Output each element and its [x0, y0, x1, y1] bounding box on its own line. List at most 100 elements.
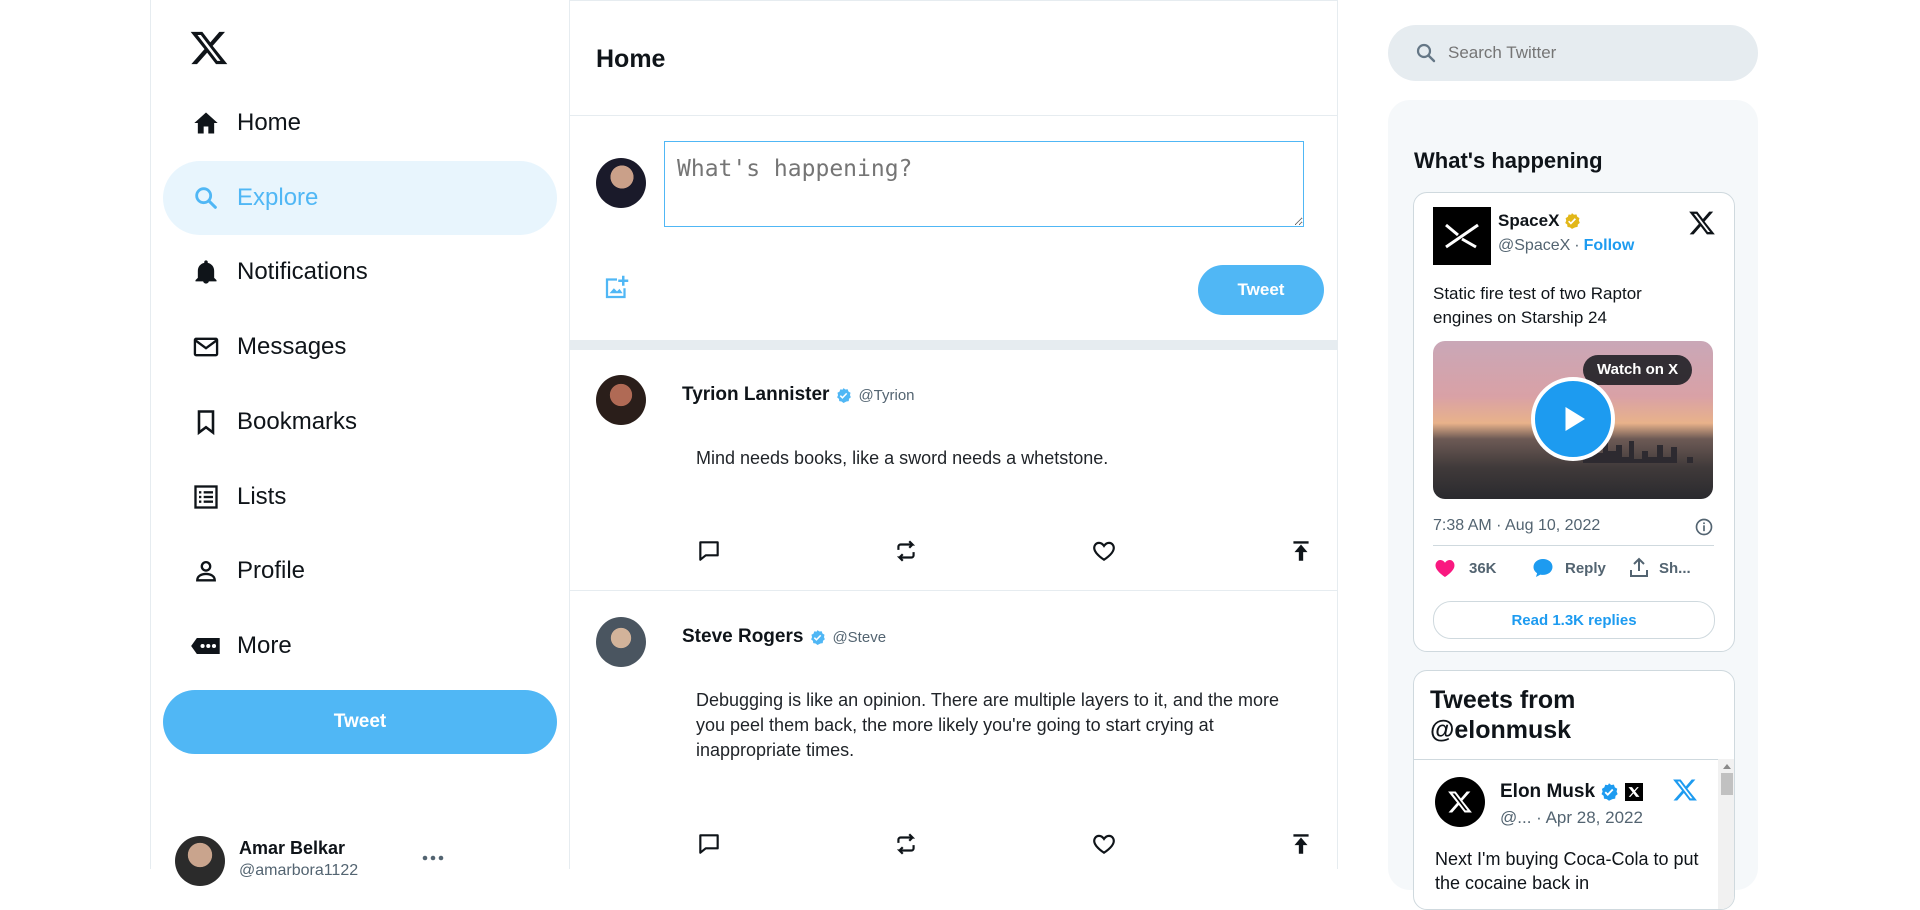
sidebar-item-messages[interactable]: Messages: [163, 310, 557, 384]
sidebar-item-bookmarks[interactable]: Bookmarks: [163, 385, 557, 459]
separator: ·: [1574, 237, 1580, 254]
watch-on-x-label[interactable]: Watch on X: [1583, 355, 1693, 385]
sidebar-item-label: Profile: [237, 557, 306, 584]
divider: [1433, 545, 1714, 546]
verified-badge-icon: [1599, 782, 1619, 802]
embed-handle[interactable]: @SpaceX: [1498, 237, 1570, 255]
reply-icon[interactable]: [696, 538, 724, 566]
follow-link[interactable]: Follow: [1584, 237, 1635, 255]
search-icon: [1414, 41, 1438, 65]
sidebar-item-lists[interactable]: Lists: [163, 460, 557, 534]
affiliate-x-icon: [1625, 783, 1644, 801]
gold-verified-icon: [1563, 212, 1581, 230]
timeline-card: Tweets from @elonmusk Elon Musk @... · A…: [1413, 670, 1735, 910]
mail-icon: [189, 330, 223, 364]
timeline-text: Next I'm buying Coca-Cola to put the coc…: [1435, 849, 1699, 893]
verified-badge-icon: [835, 387, 852, 404]
sidebar-item-label: More: [237, 632, 292, 659]
post-text: Mind needs books, like a sword needs a w…: [696, 448, 1109, 468]
sidebar-item-more[interactable]: More: [163, 609, 557, 683]
person-icon: [189, 554, 223, 588]
page-title: Home: [596, 45, 666, 73]
embedded-tweet-card[interactable]: SpaceX @SpaceX · Follow Static fire test…: [1413, 192, 1735, 652]
verified-badge-icon: [809, 629, 826, 646]
sidebar-item-home[interactable]: Home: [163, 86, 557, 160]
more-icon: [189, 629, 223, 663]
timeline-author-name[interactable]: Elon Musk: [1500, 781, 1595, 803]
avatar: [596, 617, 646, 667]
divider: [1414, 759, 1734, 760]
sidebar: Home Explore Notifications Messages Book…: [150, 0, 570, 886]
scrollbar-thumb[interactable]: [1721, 773, 1733, 795]
avatar: [596, 158, 646, 208]
upload-icon: [1627, 556, 1651, 580]
compose-input[interactable]: [664, 141, 1304, 227]
add-image-icon[interactable]: [602, 272, 632, 302]
divider: [570, 340, 1338, 350]
main-feed: Home Tweet Tyrion Lannister @Tyrion Mind…: [570, 0, 1338, 869]
post-author-handle[interactable]: @Tyrion: [858, 387, 914, 404]
reply-label: Reply: [1565, 559, 1606, 577]
x-logo[interactable]: [189, 28, 229, 68]
like-icon[interactable]: [1091, 538, 1119, 566]
avatar: [1435, 777, 1485, 827]
speech-bubble-icon: [1531, 556, 1555, 580]
share-icon[interactable]: [1288, 831, 1316, 859]
account-handle: @amarbora1122: [239, 862, 359, 879]
bell-icon: [189, 255, 223, 289]
account-switcher[interactable]: Amar Belkar @amarbora1122: [175, 836, 535, 886]
post-author-name[interactable]: Tyrion Lannister: [682, 384, 829, 406]
embed-account-name[interactable]: SpaceX: [1498, 211, 1559, 231]
retweet-icon[interactable]: [893, 831, 921, 859]
post-author-name[interactable]: Steve Rogers: [682, 626, 803, 648]
x-logo-icon[interactable]: [1672, 777, 1698, 803]
post-author-handle[interactable]: @Steve: [832, 629, 886, 646]
search-bar[interactable]: [1388, 25, 1758, 81]
widgets-panel: What's happening SpaceX @SpaceX · Follow…: [1388, 100, 1758, 910]
info-icon[interactable]: [1694, 517, 1714, 537]
avatar: [596, 375, 646, 425]
reply-action[interactable]: Reply: [1531, 556, 1606, 580]
timeline-scrollbar[interactable]: [1718, 759, 1734, 909]
sidebar-item-label: Bookmarks: [237, 408, 358, 435]
embed-text: Static fire test of two Raptor engines o…: [1433, 284, 1642, 327]
sidebar-item-notifications[interactable]: Notifications: [163, 235, 557, 309]
tweet-button[interactable]: Tweet: [163, 690, 557, 754]
share-label: Sh...: [1659, 559, 1691, 577]
video-thumbnail[interactable]: Watch on X: [1433, 341, 1713, 499]
play-icon[interactable]: [1531, 377, 1615, 461]
search-icon: [189, 181, 223, 215]
more-dots-icon[interactable]: [421, 854, 445, 862]
timeline-meta[interactable]: @... · Apr 28, 2022: [1500, 808, 1643, 828]
search-input[interactable]: [1448, 43, 1728, 63]
avatar: [175, 836, 225, 886]
right-column: What's happening SpaceX @SpaceX · Follow…: [1388, 0, 1760, 910]
like-icon[interactable]: [1091, 831, 1119, 859]
spacex-avatar: [1433, 207, 1491, 265]
tweet-post[interactable]: Steve Rogers @Steve Debugging is like an…: [570, 591, 1338, 881]
like-action[interactable]: 36K: [1433, 556, 1497, 580]
retweet-icon[interactable]: [893, 538, 921, 566]
sidebar-item-label: Home: [237, 109, 302, 136]
bookmark-icon: [189, 405, 223, 439]
account-name: Amar Belkar: [239, 838, 346, 858]
x-logo-icon[interactable]: [1688, 209, 1716, 237]
feed-header: Home: [570, 0, 1338, 116]
sidebar-item-label: Notifications: [237, 258, 368, 285]
sidebar-item-explore[interactable]: Explore: [163, 161, 557, 235]
home-icon: [189, 106, 223, 140]
tweet-post[interactable]: Tyrion Lannister @Tyrion Mind needs book…: [570, 350, 1338, 591]
widget-title: What's happening: [1414, 148, 1603, 173]
sidebar-item-profile[interactable]: Profile: [163, 534, 557, 608]
compose-tweet-button[interactable]: Tweet: [1198, 265, 1324, 315]
reply-icon[interactable]: [696, 831, 724, 859]
sidebar-item-label: Explore: [237, 184, 319, 211]
embed-timestamp[interactable]: 7:38 AM · Aug 10, 2022: [1433, 517, 1600, 535]
post-text: Debugging is like an opinion. There are …: [696, 690, 1279, 760]
like-count: 36K: [1469, 559, 1497, 577]
sidebar-item-label: Messages: [237, 333, 347, 360]
timeline-title: Tweets from @elonmusk: [1430, 686, 1576, 744]
share-icon[interactable]: [1288, 538, 1316, 566]
share-action[interactable]: Sh...: [1627, 556, 1691, 580]
read-replies-button[interactable]: Read 1.3K replies: [1433, 601, 1715, 639]
